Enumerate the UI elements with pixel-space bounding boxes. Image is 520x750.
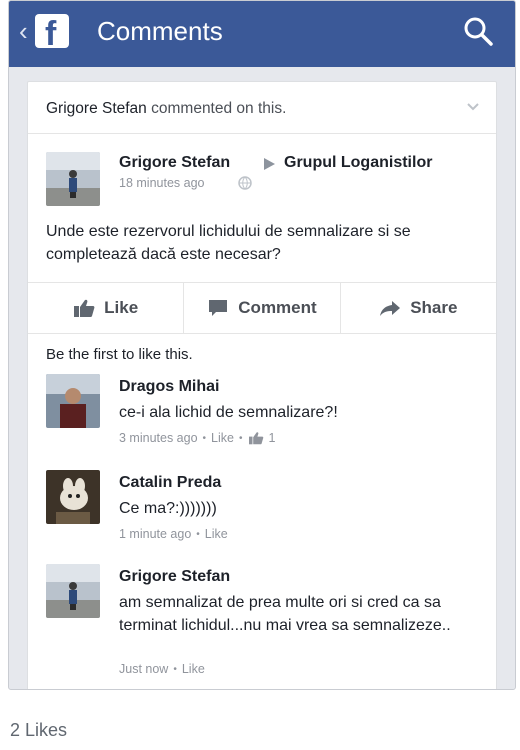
- comment-timestamp[interactable]: 1 minute ago: [119, 527, 191, 541]
- comment-author[interactable]: Grigore Stefan: [119, 568, 230, 586]
- post-author[interactable]: Grigore Stefan: [119, 154, 230, 172]
- post-card: Grigore Stefan commented on this. Grigor…: [27, 81, 497, 689]
- comment-label: Comment: [238, 298, 317, 317]
- avatar[interactable]: [46, 374, 100, 428]
- first-like-text: Be the first to like this.: [46, 346, 193, 363]
- like-label: Like: [104, 298, 139, 317]
- chevron-down-icon[interactable]: [466, 102, 480, 112]
- facebook-logo: f: [35, 14, 69, 48]
- thumbs-up-icon: [248, 432, 263, 445]
- share-button[interactable]: Share: [341, 283, 496, 333]
- comment-meta: 3 minutes ago • Like • 1: [119, 431, 275, 445]
- separator-dot: •: [238, 432, 243, 444]
- post-timestamp[interactable]: 18 minutes ago: [119, 176, 204, 190]
- comment-text: Ce ma?:))))))): [119, 500, 217, 517]
- page-title: Comments: [97, 16, 223, 46]
- avatar[interactable]: [46, 470, 100, 524]
- comment-author[interactable]: Dragos Mihai: [119, 378, 219, 396]
- comment-like-link[interactable]: Like: [211, 431, 234, 445]
- comment-text: am semnalizat de prea multe ori si cred …: [119, 594, 451, 634]
- likes-count[interactable]: 2 Likes: [10, 720, 67, 741]
- comment-icon: [209, 300, 228, 316]
- avatar[interactable]: [46, 152, 100, 206]
- comment-button[interactable]: Comment: [184, 283, 341, 333]
- post-text: Unde este rezervorul lichidului de semna…: [46, 223, 411, 263]
- action-bar: Like Comment Share: [28, 282, 496, 334]
- comment-timestamp[interactable]: Just now: [119, 662, 168, 676]
- comment-timestamp[interactable]: 3 minutes ago: [119, 431, 198, 445]
- share-icon: [380, 301, 401, 316]
- comment-like-link[interactable]: Like: [205, 527, 228, 541]
- separator-dot: •: [196, 528, 200, 540]
- comment-like-link[interactable]: Like: [182, 662, 205, 676]
- chevron-left-icon[interactable]: ‹: [19, 18, 28, 44]
- comment-like-count[interactable]: 1: [269, 431, 276, 445]
- share-label: Share: [410, 298, 458, 317]
- thumbs-up-icon: [74, 299, 95, 317]
- arrow-right-icon: [264, 158, 275, 170]
- separator-dot: •: [173, 663, 177, 675]
- comment-meta: 1 minute ago • Like: [119, 527, 228, 541]
- comment-text: ce-i ala lichid de semnalizare?!: [119, 404, 338, 421]
- comment-meta: Just now • Like: [119, 662, 205, 676]
- like-button[interactable]: Like: [28, 283, 185, 333]
- story-header-name[interactable]: Grigore Stefan: [46, 100, 147, 117]
- top-bar: ‹ f Comments: [9, 1, 515, 67]
- avatar[interactable]: [46, 564, 100, 618]
- separator-dot: •: [202, 432, 207, 444]
- comment-author[interactable]: Catalin Preda: [119, 474, 221, 492]
- app-screenshot: ‹ f Comments Grigore Stefan commented on…: [8, 0, 516, 690]
- search-icon[interactable]: [463, 16, 493, 46]
- globe-icon: [238, 176, 252, 190]
- story-header-action: commented on this.: [151, 100, 287, 117]
- story-header: Grigore Stefan commented on this.: [28, 82, 496, 134]
- post-group[interactable]: Grupul Loganistilor: [284, 154, 432, 172]
